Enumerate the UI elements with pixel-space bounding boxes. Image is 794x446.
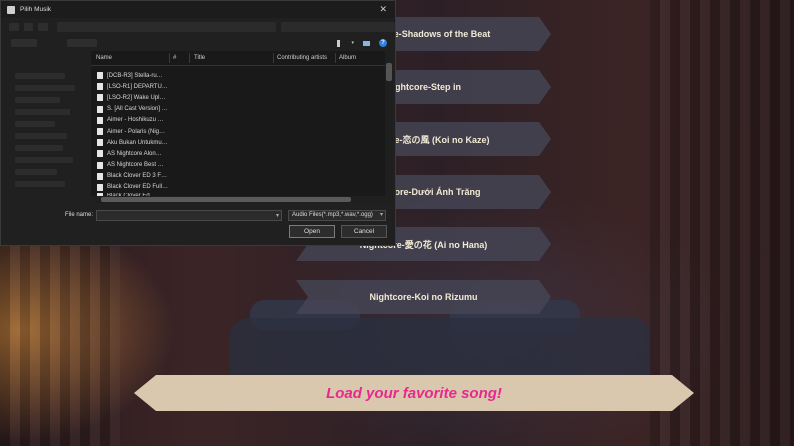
file-open-dialog: Pilih Musik ✕ ▾ ? Name # Title Contribut… [0, 0, 396, 246]
app-icon [7, 5, 15, 14]
chevron-down-icon[interactable]: ▾ [380, 211, 383, 220]
file-name: Aimer - Hoshikuzu … [107, 117, 164, 124]
navigation-pane [15, 67, 85, 207]
column-divider[interactable] [335, 53, 336, 63]
filename-label: File name: [65, 212, 94, 218]
dialog-title: Pilih Musik [20, 6, 52, 13]
chevron-down-icon[interactable]: ▾ [351, 40, 354, 46]
audio-file-icon [97, 116, 103, 124]
nav-item[interactable] [15, 157, 73, 163]
nav-item[interactable] [15, 97, 60, 103]
forward-button[interactable] [23, 23, 34, 31]
file-name: [LSO-R1] DEPARTU… [107, 83, 168, 90]
list-item[interactable]: Aimer - Polaris (Nig… [91, 126, 393, 137]
nav-item[interactable] [15, 73, 65, 79]
list-item[interactable]: AS Nightcore Alon… [91, 148, 393, 159]
preview-pane-icon[interactable] [363, 40, 370, 47]
list-item[interactable]: Aimer - Hoshikuzu … [91, 115, 393, 126]
audio-file-icon [97, 128, 103, 136]
nav-item[interactable] [15, 169, 57, 175]
list-item[interactable]: [LSO-R2] Wake Upl… [91, 92, 393, 103]
nav-item[interactable] [15, 109, 70, 115]
audio-file-icon [97, 72, 103, 80]
view-controls: ▾ ? [335, 39, 387, 47]
file-list: Name # Title Contributing artists Album … [91, 51, 393, 203]
file-name: AS Nightcore Best … [107, 162, 164, 169]
list-item[interactable]: Aku Bukan Untukmu… [91, 137, 393, 148]
audio-file-icon [97, 94, 103, 102]
song-label: Nightcore-Koi no Rizumu [369, 292, 478, 302]
horizontal-scrollbar[interactable] [91, 196, 385, 203]
cancel-button[interactable]: Cancel [341, 225, 387, 238]
list-item[interactable]: Black Clover ED 3 F… [91, 171, 393, 182]
nav-item[interactable] [15, 85, 75, 91]
column-divider[interactable] [189, 53, 190, 63]
list-item[interactable]: S. [All Cast Version] … [91, 104, 393, 115]
audio-file-icon [97, 83, 103, 91]
column-divider[interactable] [169, 53, 170, 63]
column-title[interactable]: Title [194, 55, 205, 61]
nav-item[interactable] [15, 181, 65, 187]
back-button[interactable] [9, 23, 19, 31]
audio-file-icon [97, 150, 103, 158]
scroll-thumb[interactable] [386, 63, 392, 81]
nav-item[interactable] [15, 145, 63, 151]
column-album[interactable]: Album [339, 55, 356, 61]
column-number[interactable]: # [173, 55, 176, 61]
address-bar[interactable] [56, 22, 276, 32]
file-name: AS Nightcore Alon… [107, 150, 162, 157]
list-item[interactable]: AS Nightcore Best … [91, 160, 393, 171]
column-divider[interactable] [273, 53, 274, 63]
help-icon[interactable]: ? [379, 39, 387, 47]
song-button[interactable]: Nightcore-Koi no Rizumu [296, 280, 551, 314]
file-name: [DCB-R3] Stella-ru… [107, 72, 163, 79]
audio-file-icon [97, 183, 103, 191]
file-name: [LSO-R2] Wake Upl… [107, 94, 166, 101]
audio-file-icon [97, 105, 103, 113]
view-options-icon[interactable] [335, 39, 342, 47]
nav-item[interactable] [15, 133, 67, 139]
up-button[interactable] [38, 23, 48, 31]
column-headers: Name # Title Contributing artists Album [91, 51, 393, 66]
audio-file-icon [97, 139, 103, 147]
vertical-scrollbar[interactable] [385, 51, 393, 203]
new-folder-button[interactable] [67, 39, 97, 47]
file-name: Aimer - Polaris (Nig… [107, 128, 166, 135]
file-rows: [DCB-R3] Stella-ru… [LSO-R1] DEPARTU… [L… [91, 66, 393, 200]
list-item[interactable]: [DCB-R3] Stella-ru… [91, 70, 393, 81]
list-item[interactable]: Black Clover ED Full… [91, 182, 393, 193]
audio-file-icon [97, 161, 103, 169]
nav-item[interactable] [15, 121, 55, 127]
song-label: Nightcore-Step in [385, 82, 461, 92]
file-name: S. [All Cast Version] … [107, 106, 168, 113]
banner-text: Load your favorite song! [326, 384, 502, 402]
filename-input[interactable]: ▾ [96, 210, 282, 221]
filetype-value: Audio Files(*.mp3,*.wav,*.ogg) [292, 212, 373, 218]
column-name[interactable]: Name [96, 55, 112, 61]
search-input[interactable] [280, 22, 396, 32]
scroll-thumb[interactable] [101, 197, 351, 202]
organize-button[interactable] [11, 39, 37, 47]
chevron-down-icon[interactable]: ▾ [276, 212, 279, 219]
dialog-titlebar: Pilih Musik ✕ [1, 1, 395, 18]
list-item[interactable]: [LSO-R1] DEPARTU… [91, 81, 393, 92]
open-button[interactable]: Open [289, 225, 335, 238]
file-name: Aku Bukan Untukmu… [107, 139, 168, 146]
load-song-banner[interactable]: Load your favorite song! [134, 375, 694, 411]
file-name: Black Clover ED Full… [107, 184, 169, 191]
close-icon[interactable]: ✕ [379, 4, 387, 15]
file-name: Black Clover ED 3 F… [107, 173, 168, 180]
audio-file-icon [97, 172, 103, 180]
filetype-select[interactable]: Audio Files(*.mp3,*.wav,*.ogg) ▾ [288, 210, 386, 221]
column-artists[interactable]: Contributing artists [277, 55, 327, 61]
navigation-bar [1, 18, 396, 36]
